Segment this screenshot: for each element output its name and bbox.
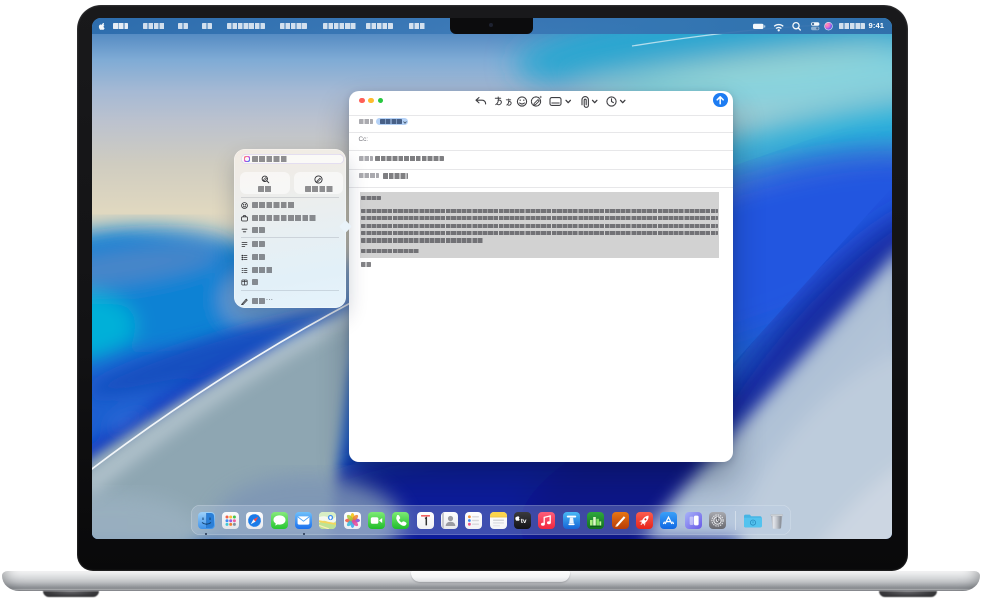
svg-text:tv: tv [521, 518, 527, 525]
